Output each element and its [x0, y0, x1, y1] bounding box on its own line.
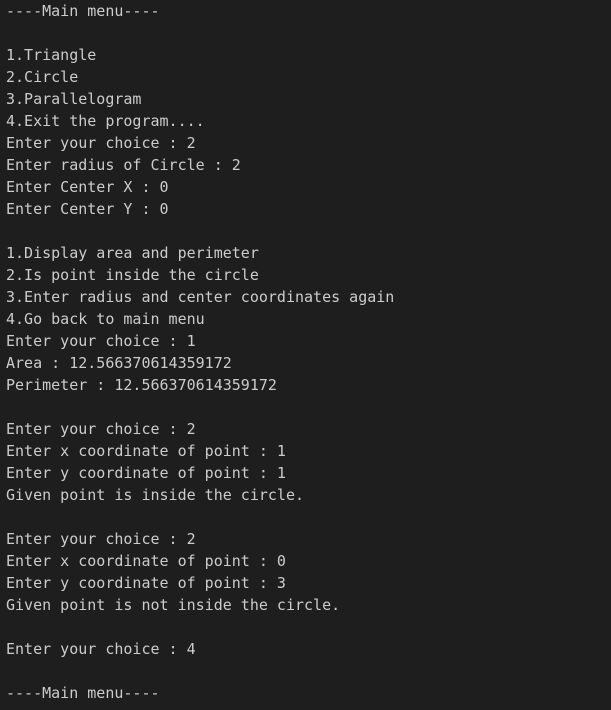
- output-line: Area : 12.566370614359172: [6, 354, 232, 372]
- input-prompt-line: Enter your choice : 1: [6, 332, 196, 350]
- input-prompt-line: Enter y coordinate of point : 3: [6, 574, 286, 592]
- menu-option-line: 1.Triangle: [6, 46, 97, 64]
- menu-header-line: ----Main menu----: [6, 2, 160, 20]
- input-prompt-line: Enter your choice : 2: [6, 420, 196, 438]
- output-line: Perimeter : 12.566370614359172: [6, 376, 277, 394]
- input-prompt-line: Enter Center Y : 0: [6, 200, 169, 218]
- input-prompt-line: Enter your choice : 4: [6, 640, 196, 658]
- menu-option-line: 4.Exit the program....: [6, 112, 205, 130]
- output-line: Given point is inside the circle.: [6, 486, 305, 504]
- menu-option-line: 2.Circle: [6, 68, 79, 86]
- menu-header-line: ----Main menu----: [6, 684, 160, 702]
- input-prompt-line: Enter Center X : 0: [6, 178, 169, 196]
- input-prompt-line: Enter radius of Circle : 2: [6, 156, 241, 174]
- input-prompt-line: Enter your choice : 2: [6, 134, 196, 152]
- terminal-output: ----Main menu---- 1.Triangle 2.Circle 3.…: [6, 0, 611, 704]
- input-prompt-line: Enter your choice : 2: [6, 530, 196, 548]
- input-prompt-line: Enter x coordinate of point : 0: [6, 552, 286, 570]
- menu-option-line: 3.Parallelogram: [6, 90, 142, 108]
- terminal-window[interactable]: ----Main menu---- 1.Triangle 2.Circle 3.…: [0, 0, 611, 710]
- submenu-option-line: 3.Enter radius and center coordinates ag…: [6, 288, 395, 306]
- submenu-option-line: 1.Display area and perimeter: [6, 244, 259, 262]
- output-line: Given point is not inside the circle.: [6, 596, 341, 614]
- submenu-option-line: 2.Is point inside the circle: [6, 266, 259, 284]
- submenu-option-line: 4.Go back to main menu: [6, 310, 205, 328]
- input-prompt-line: Enter x coordinate of point : 1: [6, 442, 286, 460]
- input-prompt-line: Enter y coordinate of point : 1: [6, 464, 286, 482]
